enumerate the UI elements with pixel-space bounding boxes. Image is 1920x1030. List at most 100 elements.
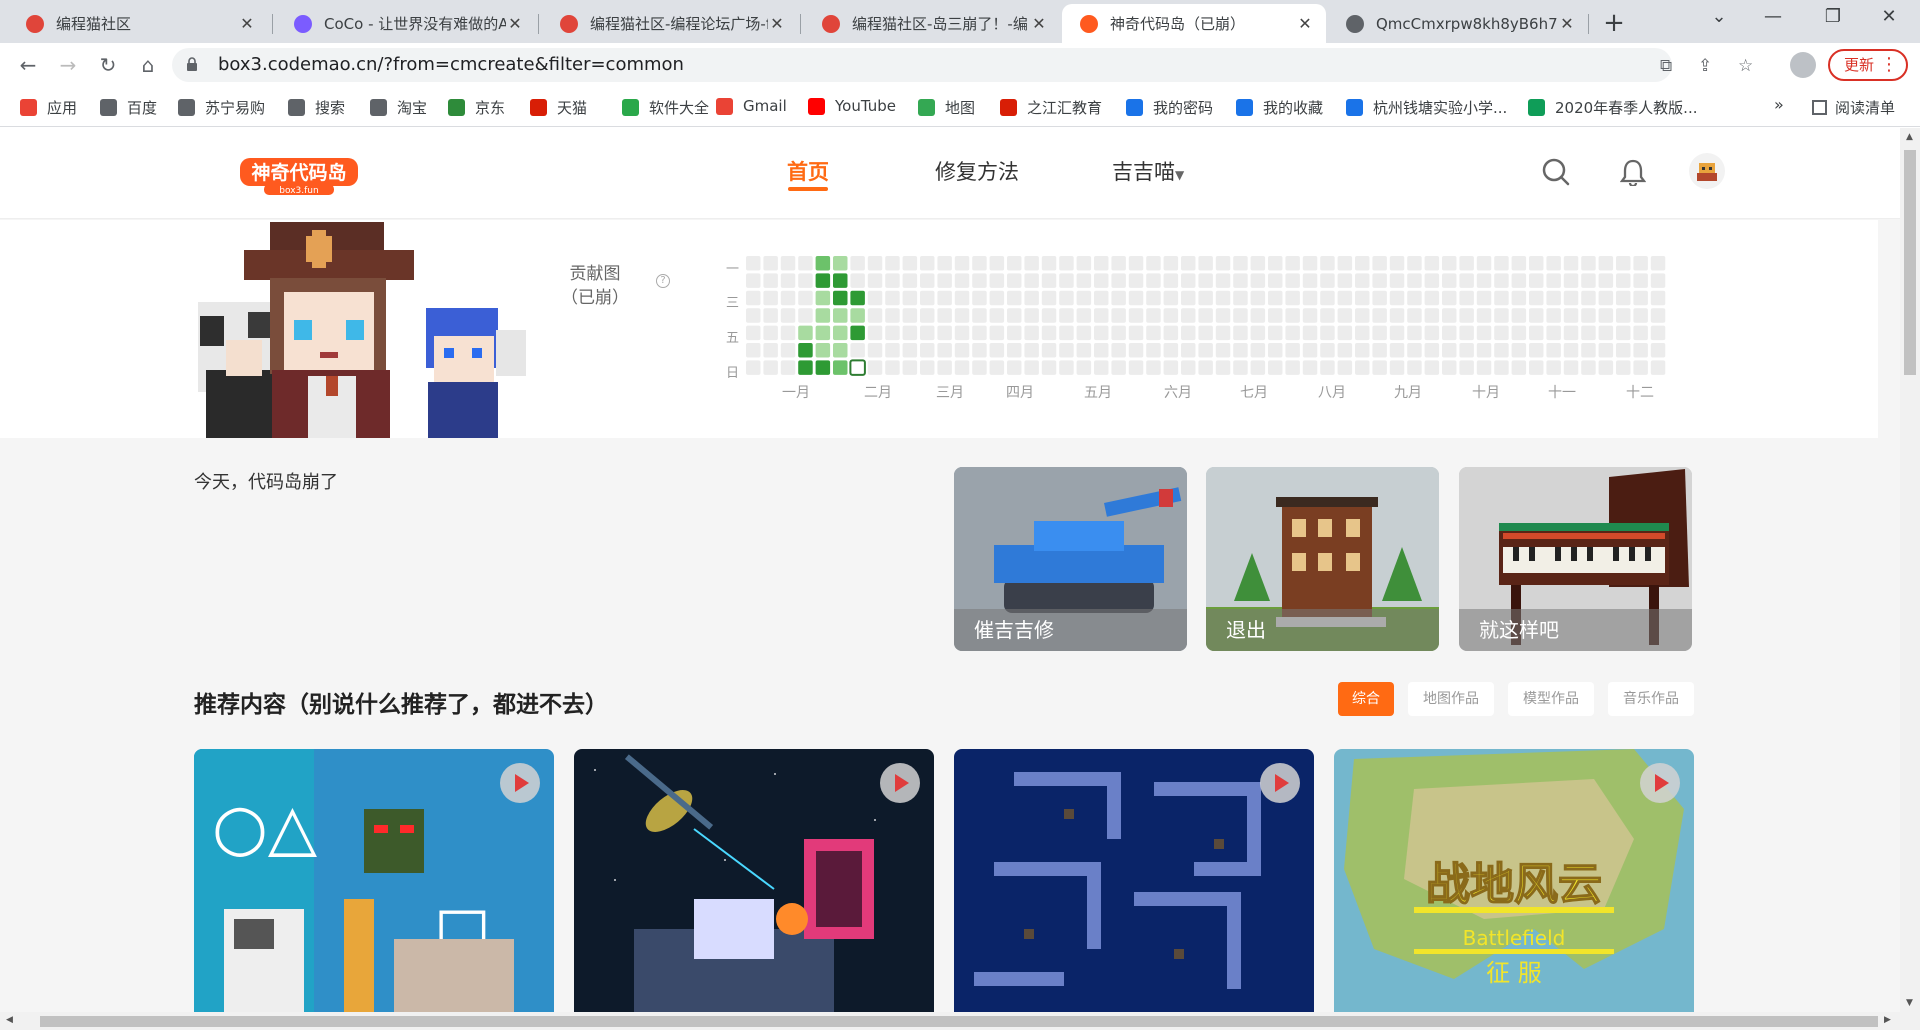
contribution-cell[interactable] bbox=[972, 343, 987, 358]
horizontal-scroll-thumb[interactable] bbox=[40, 1016, 1878, 1027]
contribution-cell[interactable] bbox=[937, 256, 952, 271]
contribution-cell[interactable] bbox=[1250, 290, 1266, 306]
contribution-cell[interactable] bbox=[798, 256, 813, 271]
contribution-cell[interactable] bbox=[937, 325, 952, 341]
nav-jijimiao[interactable]: 吉吉喵▼ bbox=[1112, 156, 1184, 186]
contribution-cell[interactable] bbox=[1094, 360, 1109, 375]
contribution-cell[interactable] bbox=[1181, 360, 1196, 375]
contribution-cell[interactable] bbox=[1007, 290, 1022, 306]
tab-close-icon[interactable]: ✕ bbox=[506, 14, 524, 33]
contribution-cell[interactable] bbox=[1250, 325, 1266, 341]
contribution-cell[interactable] bbox=[850, 273, 865, 288]
contribution-cell[interactable] bbox=[954, 290, 970, 306]
contribution-cell[interactable] bbox=[902, 343, 918, 358]
address-bar[interactable]: box3.codemao.cn/?from=cmcreate&filter=co… bbox=[172, 48, 1753, 82]
contribution-cell[interactable] bbox=[850, 325, 865, 341]
contribution-cell[interactable] bbox=[1546, 308, 1561, 323]
contribution-cell[interactable] bbox=[1024, 273, 1039, 288]
contribution-cell[interactable] bbox=[1355, 343, 1370, 358]
contribution-cell[interactable] bbox=[780, 256, 796, 271]
contribution-cell[interactable] bbox=[763, 343, 778, 358]
contribution-cell[interactable] bbox=[1511, 343, 1527, 358]
contribution-cell-today[interactable] bbox=[849, 359, 866, 376]
contribution-cell[interactable] bbox=[1494, 360, 1509, 375]
contribution-cell[interactable] bbox=[1076, 290, 1092, 306]
contribution-cell[interactable] bbox=[1546, 256, 1561, 271]
tab-close-icon[interactable]: ✕ bbox=[1030, 14, 1048, 33]
contribution-cell[interactable] bbox=[989, 325, 1005, 341]
browser-tab[interactable]: CoCo - 让世界没有难做的A ✕ bbox=[276, 4, 536, 43]
contribution-cell[interactable] bbox=[815, 308, 831, 323]
contribution-cell[interactable] bbox=[833, 325, 848, 341]
tab-close-icon[interactable]: ✕ bbox=[768, 14, 786, 33]
browser-tab[interactable]: 编程猫社区 ✕ bbox=[8, 4, 268, 43]
contribution-cell[interactable] bbox=[1598, 360, 1614, 375]
home-icon[interactable]: ⌂ bbox=[134, 51, 162, 79]
contribution-cell[interactable] bbox=[1424, 290, 1440, 306]
tab-search-chevron-icon[interactable]: ⌄ bbox=[1704, 6, 1734, 27]
vertical-scroll-thumb[interactable] bbox=[1904, 150, 1916, 375]
contribution-cell[interactable] bbox=[1146, 273, 1161, 288]
contribution-cell[interactable] bbox=[1355, 290, 1370, 306]
contribution-cell[interactable] bbox=[1111, 360, 1126, 375]
scroll-up-arrow-icon[interactable]: ▲ bbox=[1906, 132, 1913, 142]
back-arrow-icon[interactable]: ← bbox=[14, 51, 42, 79]
contribution-cell[interactable] bbox=[1233, 290, 1248, 306]
contribution-cell[interactable] bbox=[902, 308, 918, 323]
scroll-left-arrow-icon[interactable]: ◀ bbox=[6, 1015, 13, 1025]
contribution-cell[interactable] bbox=[1650, 308, 1666, 323]
contribution-cell[interactable] bbox=[1233, 325, 1248, 341]
contribution-cell[interactable] bbox=[1041, 273, 1057, 288]
contribution-cell[interactable] bbox=[1459, 308, 1474, 323]
contribution-cell[interactable] bbox=[1250, 360, 1266, 375]
contribution-cell[interactable] bbox=[1215, 290, 1231, 306]
contribution-cell[interactable] bbox=[1546, 273, 1561, 288]
contribution-cell[interactable] bbox=[1024, 290, 1039, 306]
contribution-cell[interactable] bbox=[1128, 325, 1144, 341]
contribution-cell[interactable] bbox=[1198, 325, 1213, 341]
contribution-cell[interactable] bbox=[1007, 256, 1022, 271]
contribution-cell[interactable] bbox=[1285, 308, 1300, 323]
contribution-cell[interactable] bbox=[1650, 290, 1666, 306]
work-card[interactable] bbox=[574, 749, 934, 1012]
contribution-cell[interactable] bbox=[1302, 325, 1318, 341]
contribution-cell[interactable] bbox=[1024, 343, 1039, 358]
contribution-cell[interactable] bbox=[1633, 308, 1648, 323]
contribution-cell[interactable] bbox=[1459, 256, 1474, 271]
contribution-cell[interactable] bbox=[1268, 325, 1283, 341]
contribution-cell[interactable] bbox=[1320, 256, 1335, 271]
contribution-cell[interactable] bbox=[867, 256, 883, 271]
contribution-cell[interactable] bbox=[1163, 273, 1179, 288]
contribution-cell[interactable] bbox=[1372, 325, 1387, 341]
contribution-cell[interactable] bbox=[1650, 273, 1666, 288]
contribution-cell[interactable] bbox=[815, 290, 831, 306]
contribution-cell[interactable] bbox=[1581, 308, 1596, 323]
filter-all[interactable]: 综合 bbox=[1338, 682, 1394, 716]
contribution-cell[interactable] bbox=[1163, 256, 1179, 271]
contribution-cell[interactable] bbox=[1389, 256, 1405, 271]
contribution-cell[interactable] bbox=[1128, 360, 1144, 375]
contribution-cell[interactable] bbox=[1076, 256, 1092, 271]
contribution-cell[interactable] bbox=[746, 325, 761, 341]
contribution-cell[interactable] bbox=[954, 360, 970, 375]
contribution-cell[interactable] bbox=[972, 273, 987, 288]
contribution-cell[interactable] bbox=[1041, 343, 1057, 358]
share-icon[interactable]: ⇪ bbox=[1698, 56, 1712, 76]
contribution-cell[interactable] bbox=[1250, 343, 1266, 358]
filter-maps[interactable]: 地图作品 bbox=[1408, 682, 1494, 716]
contribution-cell[interactable] bbox=[885, 360, 900, 375]
contribution-cell[interactable] bbox=[1285, 256, 1300, 271]
contribution-cell[interactable] bbox=[867, 308, 883, 323]
contribution-cell[interactable] bbox=[763, 360, 778, 375]
contribution-cell[interactable] bbox=[1442, 256, 1457, 271]
contribution-cell[interactable] bbox=[920, 308, 935, 323]
contribution-cell[interactable] bbox=[920, 290, 935, 306]
bookmark-star-icon[interactable]: ☆ bbox=[1738, 56, 1753, 76]
contribution-cell[interactable] bbox=[1546, 290, 1561, 306]
contribution-cell[interactable] bbox=[1494, 256, 1509, 271]
contribution-cell[interactable] bbox=[1424, 273, 1440, 288]
contribution-cell[interactable] bbox=[989, 360, 1005, 375]
contribution-cell[interactable] bbox=[1563, 343, 1579, 358]
contribution-cell[interactable] bbox=[989, 256, 1005, 271]
bookmark-item[interactable]: 搜索 bbox=[288, 97, 345, 118]
